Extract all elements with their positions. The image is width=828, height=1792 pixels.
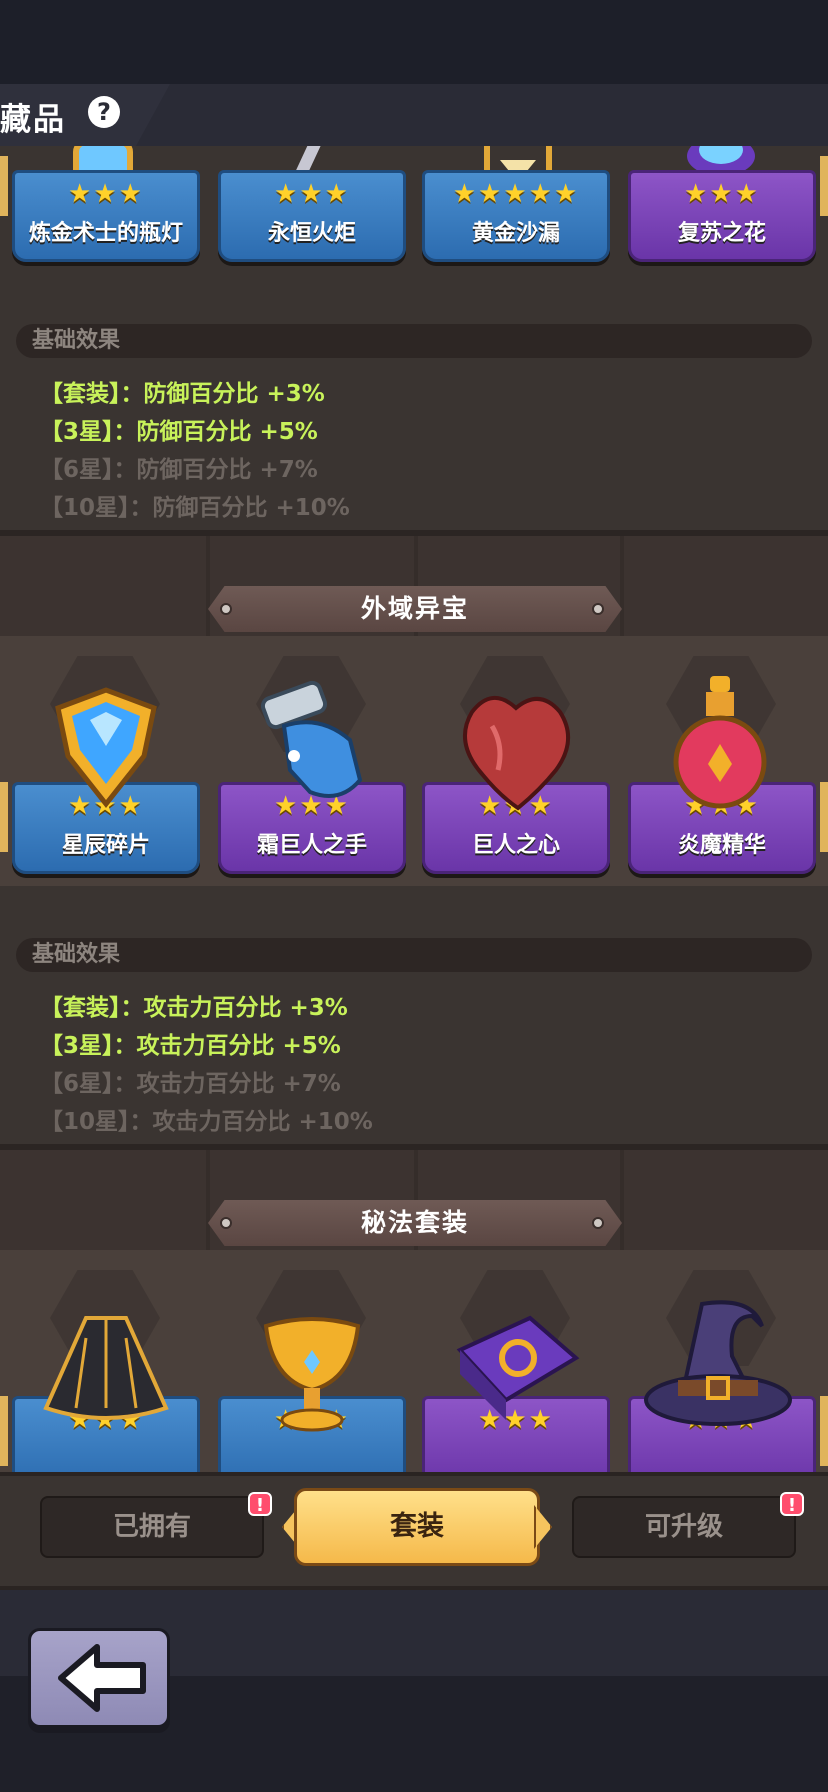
- gem-icon: [55, 687, 157, 809]
- effect-line: 【套装】：攻击力百分比 +3%: [40, 995, 348, 1021]
- notification-badge: !: [248, 1492, 272, 1516]
- spellbook-icon: [456, 1315, 580, 1420]
- tab-owned[interactable]: 已拥有: [40, 1496, 264, 1558]
- back-button[interactable]: [28, 1628, 170, 1728]
- banner-rivet: [220, 1217, 232, 1229]
- notification-badge: !: [780, 1492, 804, 1516]
- card-frame-post: [0, 156, 8, 216]
- item-name: 黄金沙漏: [471, 221, 560, 246]
- item-name: 巨人之心: [471, 833, 560, 858]
- plank-seam: [620, 1150, 624, 1250]
- item-stars: ★★★: [68, 179, 144, 209]
- page-title: 藏品: [0, 102, 66, 138]
- section-title-banner: 秘法套装: [208, 1200, 622, 1246]
- item-name: 复苏之花: [677, 221, 766, 246]
- effect-line: 【10星】：防御百分比 +10%: [40, 495, 350, 521]
- card-frame-post: [820, 1396, 828, 1466]
- gauntlet-icon: [260, 680, 363, 798]
- chalice-icon: [263, 1317, 361, 1432]
- section-title-banner: 外域异宝: [208, 586, 622, 632]
- item-name: 霜巨人之手: [256, 833, 367, 858]
- back-arrow-icon: [58, 1644, 146, 1712]
- item-card[interactable]: ★★★ 炼金术士的瓶灯: [12, 170, 200, 262]
- banner-rivet: [220, 603, 232, 615]
- heart-icon: [463, 696, 571, 811]
- effect-header: 基础效果: [16, 938, 812, 972]
- witch-hat-icon: [644, 1300, 792, 1426]
- banner-rivet: [592, 1217, 604, 1229]
- card-frame-post: [0, 1396, 8, 1466]
- effect-line: 【套装】：防御百分比 +3%: [40, 381, 325, 407]
- item-card[interactable]: ★★★★★ 黄金沙漏: [422, 170, 610, 262]
- item-stars: ★★★: [274, 179, 350, 209]
- item-card[interactable]: ★★★ 永恒火炬: [218, 170, 406, 262]
- banner-rivet: [592, 603, 604, 615]
- potion-icon: [673, 676, 767, 809]
- item-name: 炼金术士的瓶灯: [28, 221, 183, 246]
- item-name: 永恒火炬: [267, 221, 356, 246]
- status-area: [0, 0, 828, 84]
- effect-line: 【3星】：攻击力百分比 +5%: [40, 1033, 341, 1059]
- effect-line: 【3星】：防御百分比 +5%: [40, 419, 318, 445]
- item-stars: ★★★★★: [452, 179, 580, 209]
- item-name: 炎魔精华: [677, 833, 766, 858]
- effect-line: 【10星】：攻击力百分比 +10%: [40, 1109, 373, 1135]
- cloak-icon: [43, 1316, 169, 1420]
- effect-header: 基础效果: [16, 324, 812, 358]
- help-icon[interactable]: ?: [88, 96, 120, 128]
- tab-upgradable[interactable]: 可升级: [572, 1496, 796, 1558]
- effect-line: 【6星】：防御百分比 +7%: [40, 457, 318, 483]
- card-frame-post: [820, 156, 828, 216]
- card-frame-post: [820, 782, 828, 852]
- card-frame-post: [0, 782, 8, 852]
- item-card[interactable]: ★★★ 复苏之花: [628, 170, 816, 262]
- tab-sets[interactable]: 套装: [294, 1488, 540, 1566]
- collection-panel: ★★★ 炼金术士的瓶灯 ★★★ 永恒火炬 ★★★★★ 黄金沙漏 ★★★ 复苏之花…: [0, 146, 828, 1472]
- plank-seam: [206, 1150, 210, 1250]
- plank-seam: [620, 536, 624, 636]
- item-stars: ★★★: [684, 179, 760, 209]
- effect-line: 【6星】：攻击力百分比 +7%: [40, 1071, 341, 1097]
- item-name: 星辰碎片: [61, 833, 150, 858]
- plank-seam: [206, 536, 210, 636]
